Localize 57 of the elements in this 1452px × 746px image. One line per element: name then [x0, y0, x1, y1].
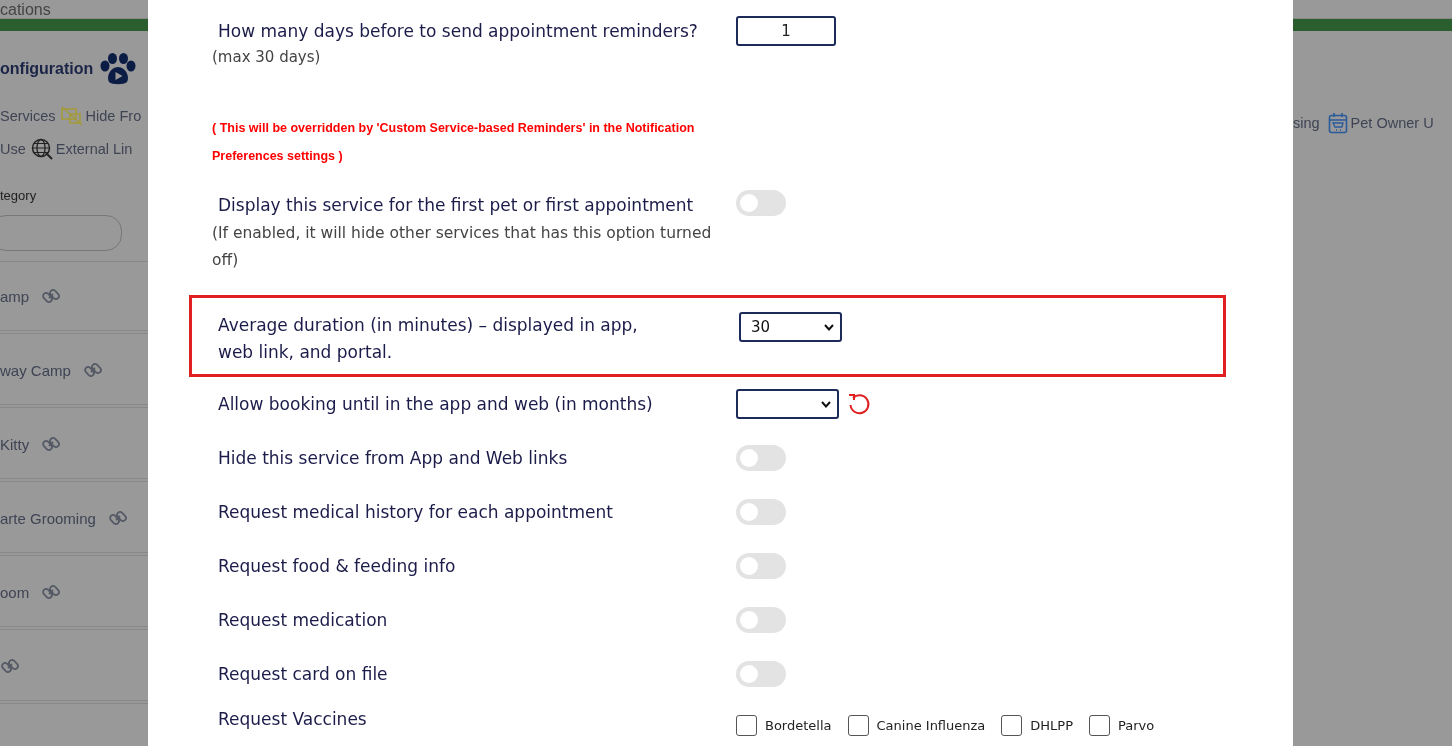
setting-label: Request card on file [217, 663, 389, 686]
hidden-screen-icon [60, 106, 83, 126]
setting-label: Allow booking until in the app and web (in months) [217, 393, 654, 416]
calendar-cart-icon [1327, 112, 1348, 134]
number-field[interactable]: 1 [736, 16, 836, 46]
toggle-switch[interactable] [736, 190, 786, 216]
checkbox-label: Bordetella [765, 718, 832, 733]
service-name[interactable]: arte Grooming [0, 509, 96, 527]
setting-label: How many days before to send appointment reminders? [217, 20, 699, 43]
nav-tab[interactable]: cations [0, 1, 51, 18]
setting-label: Request Vaccines [217, 707, 368, 731]
link-icon[interactable] [41, 582, 62, 602]
checkbox[interactable] [736, 715, 757, 736]
service-name[interactable]: way Camp [0, 361, 71, 379]
setting-label: Request food & feeding info [217, 555, 457, 578]
toolbar-link[interactable]: Pet Owner U [1350, 115, 1434, 131]
setting-label: Average duration (in minutes) – displayed in app, web link, and portal. [218, 314, 639, 364]
setting-hint: (If enabled, it will hide other services that has this option turned off) [212, 223, 713, 271]
checkbox[interactable] [847, 715, 869, 736]
toolbar-link[interactable]: sing [1293, 115, 1320, 131]
link-icon[interactable] [107, 508, 128, 528]
setting-label: Display this service for the first pet or first appointment [217, 194, 695, 217]
category-label: tegory [0, 188, 38, 203]
toolbar-link[interactable]: External Lin [55, 141, 133, 157]
service-name[interactable]: amp [0, 287, 30, 305]
checkbox[interactable] [1001, 715, 1023, 736]
chevron-down-icon [824, 323, 834, 331]
page-title: onfiguration [0, 60, 94, 78]
toggle-switch[interactable] [736, 607, 786, 633]
reset-icon[interactable] [847, 392, 871, 416]
globe-icon [30, 138, 53, 160]
toggle-switch[interactable] [736, 661, 786, 687]
checkbox-label: Parvo [1118, 718, 1155, 733]
checkbox[interactable] [1089, 715, 1111, 736]
service-name[interactable]: oom [0, 583, 30, 601]
chevron-down-icon [821, 400, 831, 408]
toggle-switch[interactable] [736, 553, 786, 579]
paw-icon [99, 53, 138, 85]
setting-label: Hide this service from App and Web links [217, 447, 569, 470]
dropdown[interactable] [736, 389, 839, 419]
setting-label: Request medical history for each appointment [217, 501, 614, 524]
checkbox-label: Canine Influenza [876, 718, 986, 733]
link-icon[interactable] [41, 434, 62, 454]
setting-hint: (max 30 days) [212, 47, 322, 68]
toolbar-link[interactable]: Hide Fro [85, 108, 142, 124]
service-name[interactable]: Kitty [0, 435, 30, 453]
toolbar-link[interactable]: Services [0, 108, 56, 124]
toggle-switch[interactable] [736, 445, 786, 471]
dropdown[interactable]: 30 [739, 312, 842, 342]
link-icon[interactable] [82, 360, 103, 380]
toolbar-link[interactable]: Use [0, 141, 26, 157]
link-icon[interactable] [0, 656, 20, 676]
toggle-switch[interactable] [736, 499, 786, 525]
link-icon[interactable] [41, 286, 62, 306]
warning-note: ( This will be overridden by 'Custom Service-based Reminders' in the Notification Preferences settings ) [212, 120, 696, 165]
setting-label: Request medication [217, 609, 389, 632]
checkbox-label: DHLPP [1030, 718, 1074, 733]
